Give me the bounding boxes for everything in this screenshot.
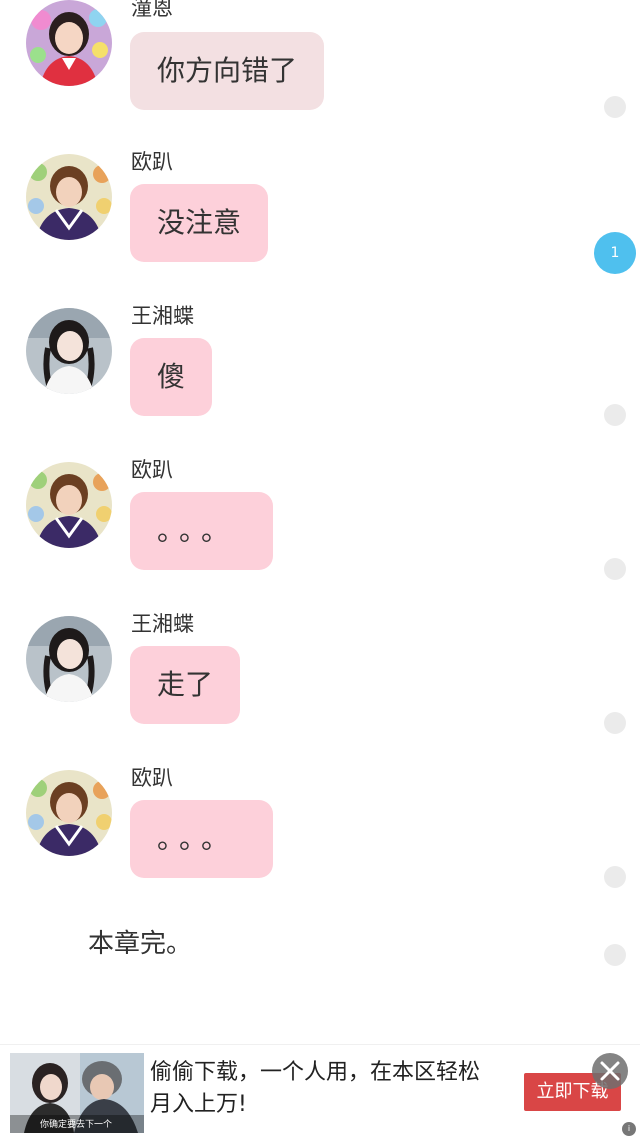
close-icon[interactable] (592, 1053, 628, 1089)
comment-dot-icon[interactable] (604, 96, 626, 118)
chat-message: 欧趴 。。。 (0, 458, 640, 616)
comment-dot-icon[interactable] (604, 712, 626, 734)
chat-message: 王湘蝶 走了 (0, 612, 640, 770)
female-avatar-braids-icon[interactable] (26, 616, 112, 702)
message-bubble[interactable]: 傻 (130, 338, 213, 416)
chapter-end-text: 本章完。 (88, 929, 193, 959)
comment-dot-icon[interactable] (604, 944, 626, 966)
comment-dot-icon[interactable] (604, 866, 626, 888)
sender-name: 欧趴 (131, 766, 173, 790)
message-bubble[interactable]: 。。。 (130, 800, 273, 878)
comment-dot-icon[interactable] (604, 404, 626, 426)
male-avatar-icon[interactable] (26, 462, 112, 548)
comment-dot-icon[interactable] (604, 558, 626, 580)
ad-image[interactable]: 你确定要去下一个 (10, 1053, 144, 1133)
ad-headline[interactable]: 偷偷下载，一个人用，在本区轻松月入上万! (150, 1057, 500, 1121)
chat-message: 王湘蝶 傻 (0, 304, 640, 462)
female-avatar-red-icon[interactable] (26, 0, 112, 86)
ad-info-icon[interactable]: i (622, 1122, 636, 1136)
male-avatar-icon[interactable] (26, 770, 112, 856)
message-bubble[interactable]: 没注意 (130, 184, 269, 262)
male-avatar-icon[interactable] (26, 154, 112, 240)
ad-banner[interactable]: 你确定要去下一个 偷偷下载，一个人用，在本区轻松月入上万! 立即下载 (0, 1044, 640, 1138)
chat-message: 欧趴 。。。 (0, 766, 640, 924)
chat-message: 潼恩 你方向错了 (0, 0, 640, 154)
sender-name: 潼恩 (131, 0, 173, 20)
sender-name: 王湘蝶 (131, 304, 194, 328)
ad-image-caption: 你确定要去下一个 (40, 1120, 113, 1130)
sender-name: 王湘蝶 (131, 612, 194, 636)
message-bubble[interactable]: 走了 (130, 646, 241, 724)
comment-count-badge[interactable]: 1 (594, 232, 636, 274)
chat-thread: 潼恩 你方向错了 欧趴 没注意 王湘蝶 傻 欧趴 。。。 王湘蝶 走了 欧趴 。… (0, 0, 640, 1040)
message-bubble[interactable]: 你方向错了 (130, 32, 325, 110)
message-bubble[interactable]: 。。。 (130, 492, 273, 570)
female-avatar-braids-icon[interactable] (26, 308, 112, 394)
sender-name: 欧趴 (131, 458, 173, 482)
chat-message: 欧趴 没注意 (0, 150, 640, 308)
sender-name: 欧趴 (131, 150, 173, 174)
